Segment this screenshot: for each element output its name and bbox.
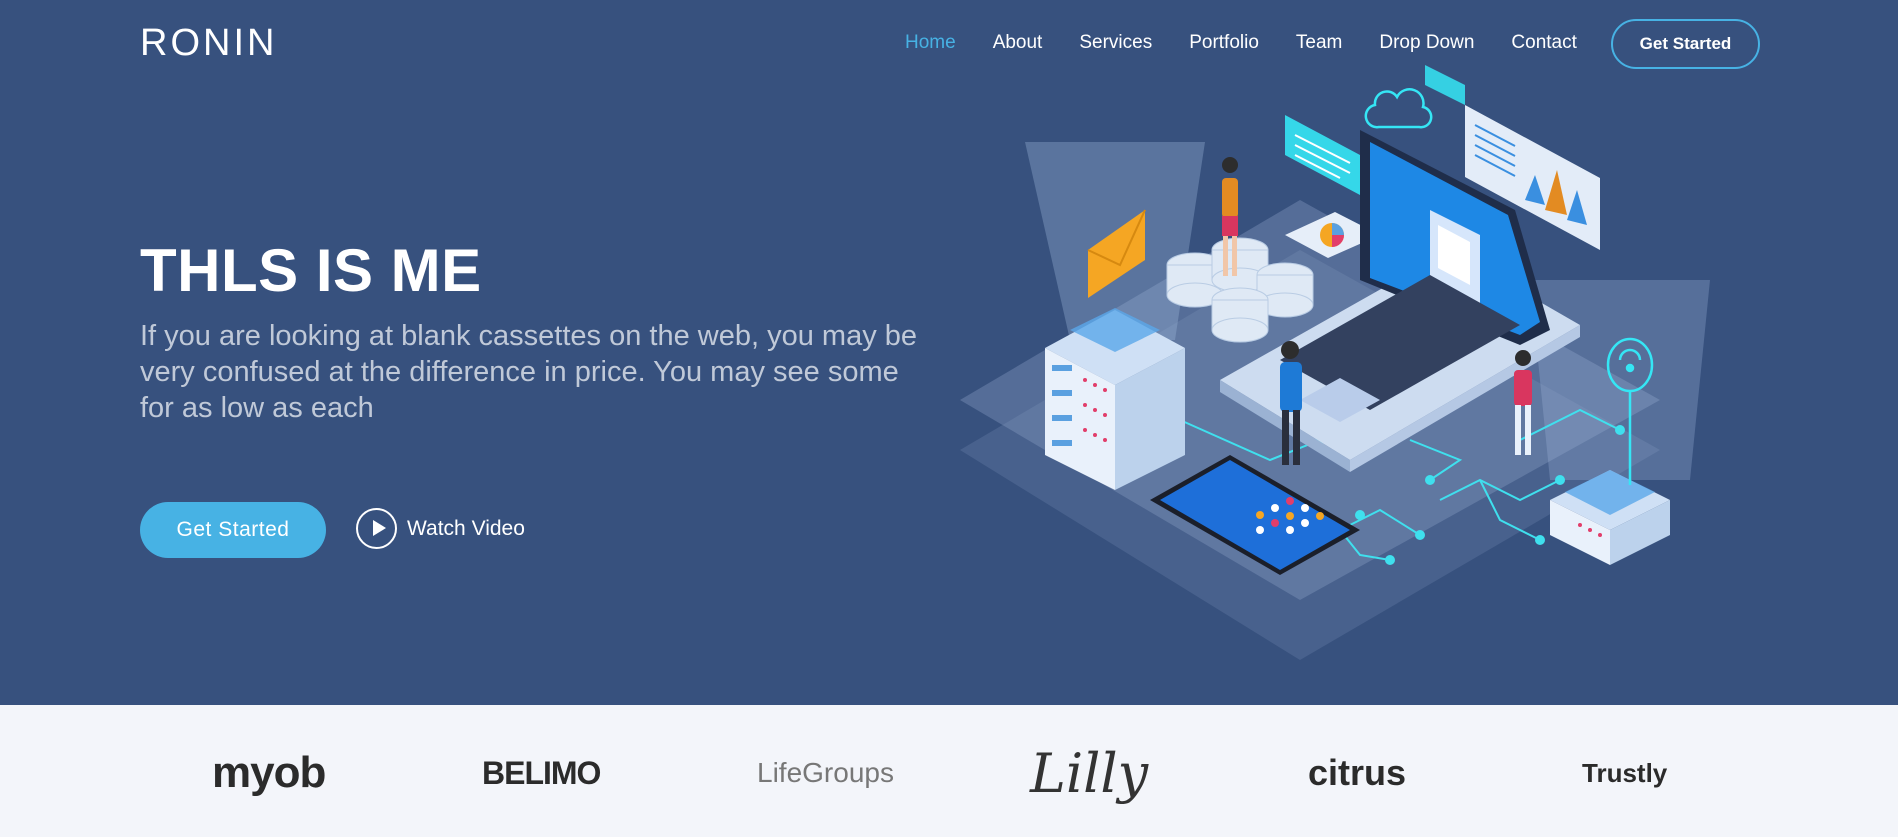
- hero-section: RONIN Home About Services Portfolio Team…: [0, 0, 1898, 705]
- main-nav: Home About Services Portfolio Team Drop …: [905, 32, 1614, 54]
- floating-panel-left: [1285, 115, 1360, 195]
- floating-panel-top: [1425, 65, 1465, 105]
- client-logo-lilly: Lilly: [1030, 741, 1149, 805]
- hero-illustration: [960, 65, 1710, 660]
- hero-subtitle: If you are looking at blank cassettes on…: [140, 320, 918, 424]
- client-logo-myob: myob: [212, 748, 326, 797]
- nav-team[interactable]: Team: [1296, 32, 1342, 54]
- nav-dropdown[interactable]: Drop Down: [1379, 32, 1474, 54]
- nav-services[interactable]: Services: [1079, 32, 1152, 54]
- light-beam-right: [1530, 280, 1710, 480]
- nav-portfolio[interactable]: Portfolio: [1189, 32, 1259, 54]
- watch-video-label: Watch Video: [407, 516, 525, 540]
- cloud-icon: [1364, 88, 1433, 129]
- client-logo-trustly: Trustly: [1582, 757, 1668, 788]
- client-logo-belimo: BELIMO: [482, 754, 601, 791]
- play-icon: [356, 508, 397, 549]
- hero-get-started-button[interactable]: Get Started: [140, 502, 326, 558]
- clients-section: myob BELIMO LifeGroups Lilly citrus Trus…: [0, 705, 1898, 837]
- nav-home[interactable]: Home: [905, 32, 956, 54]
- watch-video-button[interactable]: Watch Video: [356, 508, 525, 549]
- nav-contact[interactable]: Contact: [1511, 32, 1576, 54]
- client-logo-citrus: citrus: [1308, 752, 1407, 793]
- client-logo-lifegroups: LifeGroups: [757, 757, 894, 788]
- site-logo[interactable]: RONIN: [140, 22, 277, 65]
- nav-about[interactable]: About: [993, 32, 1043, 54]
- hero-title: THLS IS ME: [140, 237, 482, 304]
